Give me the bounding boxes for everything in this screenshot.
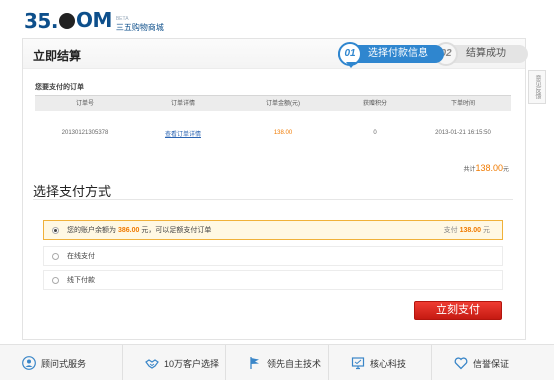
site-logo[interactable]: 35. OM BETA 三五购物商城: [24, 6, 164, 32]
order-details-link[interactable]: 查看订单详情: [165, 132, 201, 138]
feature-label: 顾问式服务: [41, 358, 87, 369]
logo-subtitle: 三五购物商城: [115, 23, 164, 32]
column-header: 订单号: [75, 101, 94, 107]
table-header: 订单号 订单详情 订单金额(元) 获赠积分 下单时间: [35, 95, 511, 111]
total-label: 共计: [463, 167, 476, 173]
footer-features: 顾问式服务 10万客户选择 领先自主技术 核心科技 信誉保证: [0, 344, 554, 380]
order-total: 共计138.00元: [463, 163, 509, 173]
column-header: 订单金额(元): [266, 101, 300, 107]
title-bar: 立即结算 02 结算成功 01 选择付款信息: [23, 39, 528, 69]
logo-ball-icon: [58, 13, 75, 29]
payment-option-offline[interactable]: 线下付款: [43, 270, 503, 290]
payment-method-title: 选择支付方式: [33, 184, 112, 199]
offline-payment-label: 线下付款: [67, 277, 95, 284]
payment-option-balance[interactable]: 您的账户余额为 386.00 元，可以足额支付订单 支付 138.00 元: [43, 220, 503, 240]
balance-option-label: 您的账户余额为 386.00 元，可以足额支付订单: [67, 227, 212, 234]
step-1: 01 选择付款信息: [338, 42, 444, 68]
logo-text: 35. OM: [24, 8, 112, 33]
order-time: 2013-01-21 16:15:50: [435, 130, 491, 136]
column-header: 获赠积分: [362, 101, 387, 107]
pay-amount: 支付 138.00 元: [443, 227, 490, 234]
feedback-tab[interactable]: 意见反馈: [528, 70, 546, 104]
feature-item: 顾问式服务: [0, 345, 123, 380]
order-amount: 138.00: [273, 130, 293, 136]
total-value: 138.00: [475, 163, 503, 173]
feature-label: 10万客户选择: [164, 358, 220, 369]
handshake-icon: [145, 356, 159, 370]
feature-item: 核心科技: [329, 345, 432, 380]
payment-option-online[interactable]: 在线支付: [43, 246, 503, 266]
radio-selected-icon[interactable]: [52, 227, 59, 234]
total-unit: 元: [502, 167, 509, 173]
flag-icon: [248, 356, 262, 370]
logo-beta: BETA: [115, 16, 129, 22]
site-header: 35. OM BETA 三五购物商城: [0, 0, 554, 36]
radio-icon[interactable]: [52, 253, 59, 260]
feature-label: 领先自主技术: [267, 358, 322, 369]
checkout-panel: 立即结算 02 结算成功 01 选择付款信息 您要支付的订单 订单号 订单详情 …: [22, 38, 528, 340]
online-payment-label: 在线支付: [67, 253, 95, 260]
order-points: 0: [373, 130, 377, 136]
order-number: 20130121305378: [61, 130, 109, 136]
heart-icon: [454, 356, 468, 370]
column-header: 订单详情: [170, 101, 195, 107]
feature-label: 信誉保证: [473, 358, 510, 369]
pay-now-button[interactable]: 立刻支付: [414, 301, 502, 320]
step-pointer-icon: [346, 62, 356, 68]
monitor-icon: [351, 356, 365, 370]
table-row: 20130121305378 查看订单详情 138.00 0 2013-01-2…: [35, 111, 511, 155]
feature-label: 核心科技: [370, 358, 407, 369]
checkout-page: 35. OM BETA 三五购物商城 立即结算 02 结算成功 01 选择付款信息: [0, 0, 554, 380]
radio-icon[interactable]: [52, 277, 59, 284]
feature-item: 信誉保证: [432, 345, 535, 380]
person-icon: [22, 356, 36, 370]
feature-item: 10万客户选择: [123, 345, 226, 380]
divider: [33, 199, 513, 200]
step-2: 02 结算成功: [434, 42, 528, 66]
page-title: 立即结算: [33, 49, 82, 63]
orders-table: 订单号 订单详情 订单金额(元) 获赠积分 下单时间 2013012130537…: [35, 95, 511, 155]
column-header: 下单时间: [450, 101, 475, 107]
account-balance: 386.00: [117, 227, 140, 234]
step-1-label: 选择付款信息: [368, 48, 428, 59]
orders-section-label: 您要支付的订单: [35, 84, 84, 91]
step-2-label: 结算成功: [466, 48, 506, 59]
feature-item: 领先自主技术: [226, 345, 329, 380]
